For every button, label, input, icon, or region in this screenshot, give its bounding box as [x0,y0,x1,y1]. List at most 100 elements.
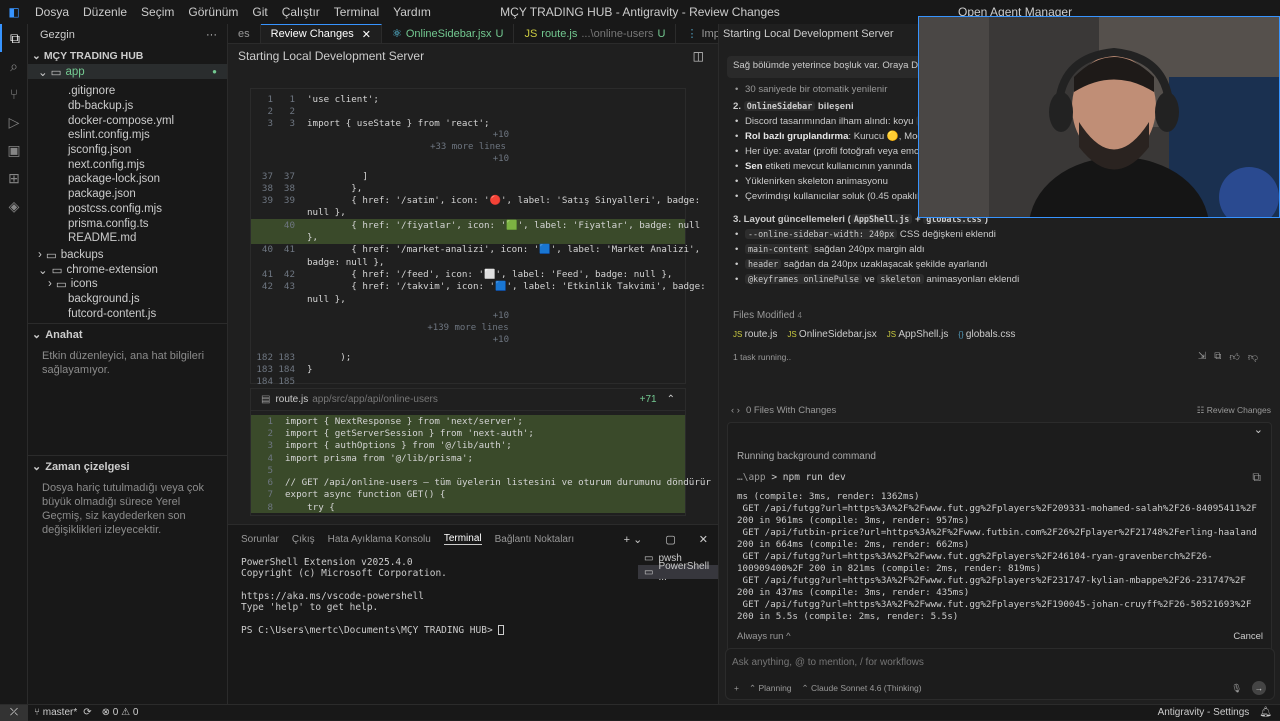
line-number: 42 [283,268,295,280]
project-root[interactable]: ⌄ MÇY TRADING HUB [28,48,227,64]
cancel-button[interactable]: Cancel [1233,631,1263,642]
code-chip: OnlineSidebar [743,101,816,111]
diff-line: 38 38 }, [251,182,685,194]
sync-icon[interactable]: ⟳ [83,707,91,718]
folder-icon: ▭ [50,66,62,79]
more-lines-button[interactable]: +33 more lines [251,142,685,154]
chevron-icon[interactable]: ‹ › [731,405,740,416]
file-item[interactable]: eslint.config.mjs [28,128,227,143]
file-item[interactable]: README.md [28,231,227,246]
hunk-expand[interactable]: +10 [251,130,685,142]
menu-git[interactable]: Git [252,5,267,19]
remote-icon[interactable]: ⤫ [0,704,28,721]
copy-icon[interactable]: ⧉ [1214,351,1221,363]
tab-route-js[interactable]: JS route.js ...\online-users U [514,24,677,43]
branch-indicator[interactable]: ⑂ master* [34,707,77,718]
hunk-expand[interactable]: +10 [251,154,685,166]
file-futcord-content-js[interactable]: futcord-content.js [28,306,227,321]
file-item[interactable]: prisma.config.ts [28,216,227,231]
file-chip-globals[interactable]: {} globals.css [958,329,1015,340]
file-item[interactable]: db-backup.js [28,99,227,114]
hunk-expand[interactable]: +10 [251,311,685,323]
settings-link[interactable]: Antigravity - Settings [1158,707,1250,718]
goto-icon[interactable]: ⇲ [1198,351,1206,363]
tab-terminal[interactable]: Terminal [443,533,482,545]
remote-explorer-icon[interactable]: ▣ [0,136,28,164]
maximize-icon[interactable]: ▢ [665,533,675,546]
code-text: 'use client'; [307,93,379,105]
code-text: try { [285,501,335,513]
more-lines-button[interactable]: +139 more lines [251,323,685,335]
explorer-sidebar: Gezgin ··· ⌄ MÇY TRADING HUB ⌄ ▭ app ● .… [28,24,228,704]
search-icon[interactable]: ⌕ [0,52,28,80]
explorer-icon[interactable]: ⧉ [0,24,28,52]
microphone-icon[interactable]: 🎙︎ [1231,683,1242,694]
folder-backups[interactable]: › ▭ backups [28,248,227,263]
review-changes-button[interactable]: ☷ Review Changes [1197,405,1271,416]
hunk-expand[interactable]: +10 [251,335,685,347]
file-item[interactable]: .gitignore [28,84,227,99]
file-chip-onlinesidebar[interactable]: JS OnlineSidebar.jsx [787,329,876,340]
problems-indicator[interactable]: ⊗ 0 ⚠ 0 [102,707,139,718]
file-item[interactable]: docker-compose.yml [28,113,227,128]
model-selector[interactable]: ⌃ Claude Sonnet 4.6 (Thinking) [802,683,922,694]
diff-file-2-header[interactable]: ▤ route.js app/src/app/api/online-users … [251,389,685,411]
terminal-output[interactable]: PowerShell Extension v2025.4.0 Copyright… [241,557,505,636]
notifications-icon[interactable]: 🔔︎ [1259,707,1272,718]
menu-secim[interactable]: Seçim [141,5,174,19]
files-row: JS route.js JS OnlineSidebar.jsx JS AppS… [733,329,1015,340]
close-panel-icon[interactable]: ✕ [699,533,708,546]
tab-onlinesidebar[interactable]: ⚛ OnlineSidebar.jsx U [382,24,515,43]
file-background-js[interactable]: background.js [28,292,227,307]
agent-message: 30 saniyede bir otomatik yenilenir 2. On… [733,82,933,204]
file-item[interactable]: next.config.mjs [28,157,227,172]
breadcrumb: Starting Local Development Server ◫ [228,44,718,68]
menu-dosya[interactable]: Dosya [35,5,69,19]
chevron-up-icon[interactable]: ⌃ [667,394,675,405]
tab-sorunlar[interactable]: Sorunlar [241,534,279,545]
add-terminal-icon[interactable]: + ⌄ [624,533,643,546]
file-chip-route[interactable]: JS route.js [733,329,777,340]
editor-tabs: es Review Changes ✕ ⚛ OnlineSidebar.jsx … [228,24,806,44]
folder-icons[interactable]: › ▭ icons [28,277,227,292]
database-icon[interactable]: ◈ [0,192,28,220]
tab-baglanti-noktalari[interactable]: Bağlantı Noktaları [495,534,575,545]
tab-cikis[interactable]: Çıkış [292,534,315,545]
copy-command-icon[interactable]: ⧉ [1252,470,1261,485]
tab-hata-ayiklama[interactable]: Hata Ayıklama Konsolu [328,534,431,545]
chevron-down-icon[interactable]: ⌄ [1254,423,1263,436]
timeline-section-header[interactable]: ⌄ Zaman çizelgesi [28,455,227,477]
file-chip-appshell[interactable]: JS AppShell.js [887,329,949,340]
thumbs-down-icon[interactable]: 👎︎ [1248,351,1258,363]
more-actions-icon[interactable]: ··· [206,29,217,41]
menu-duzenle[interactable]: Düzenle [83,5,127,19]
close-icon[interactable]: ✕ [362,28,371,41]
menu-gorunum[interactable]: Görünüm [188,5,238,19]
send-icon[interactable]: → [1252,681,1266,695]
menu-yardim[interactable]: Yardım [393,5,431,19]
tab-es[interactable]: es [228,24,261,43]
mode-selector[interactable]: ⌃ Planning [749,683,792,694]
menu-terminal[interactable]: Terminal [334,5,379,19]
outline-section-header[interactable]: ⌄ Anahat [28,323,227,345]
terminal-item-powershell[interactable]: ▭ PowerShell ... [638,561,718,583]
file-item[interactable]: package.json [28,187,227,202]
extensions-icon[interactable]: ⊞ [0,164,28,192]
line-number: 185 [278,376,295,388]
file-item[interactable]: package-lock.json [28,172,227,187]
menu-calistir[interactable]: Çalıştır [282,5,320,19]
always-run-toggle[interactable]: Always run ^ [737,631,791,642]
thumbs-up-icon[interactable]: 👍︎ [1229,351,1239,363]
app-logo-icon: ◧ [8,5,20,19]
tab-review-changes[interactable]: Review Changes ✕ [260,24,382,43]
add-context-icon[interactable]: + [734,683,739,693]
file-item[interactable]: jsconfig.json [28,143,227,158]
terminal-icon: ▭ [644,552,654,564]
folder-chrome-extension[interactable]: ⌄ ▭ chrome-extension [28,262,227,277]
folder-app[interactable]: ⌄ ▭ app ● [28,64,227,79]
layout-icon[interactable]: ◫ [693,49,704,63]
source-control-icon[interactable]: ⑂ [0,80,28,108]
chat-input[interactable] [732,657,1262,668]
run-debug-icon[interactable]: ▷ [0,108,28,136]
file-item[interactable]: postcss.config.mjs [28,202,227,217]
